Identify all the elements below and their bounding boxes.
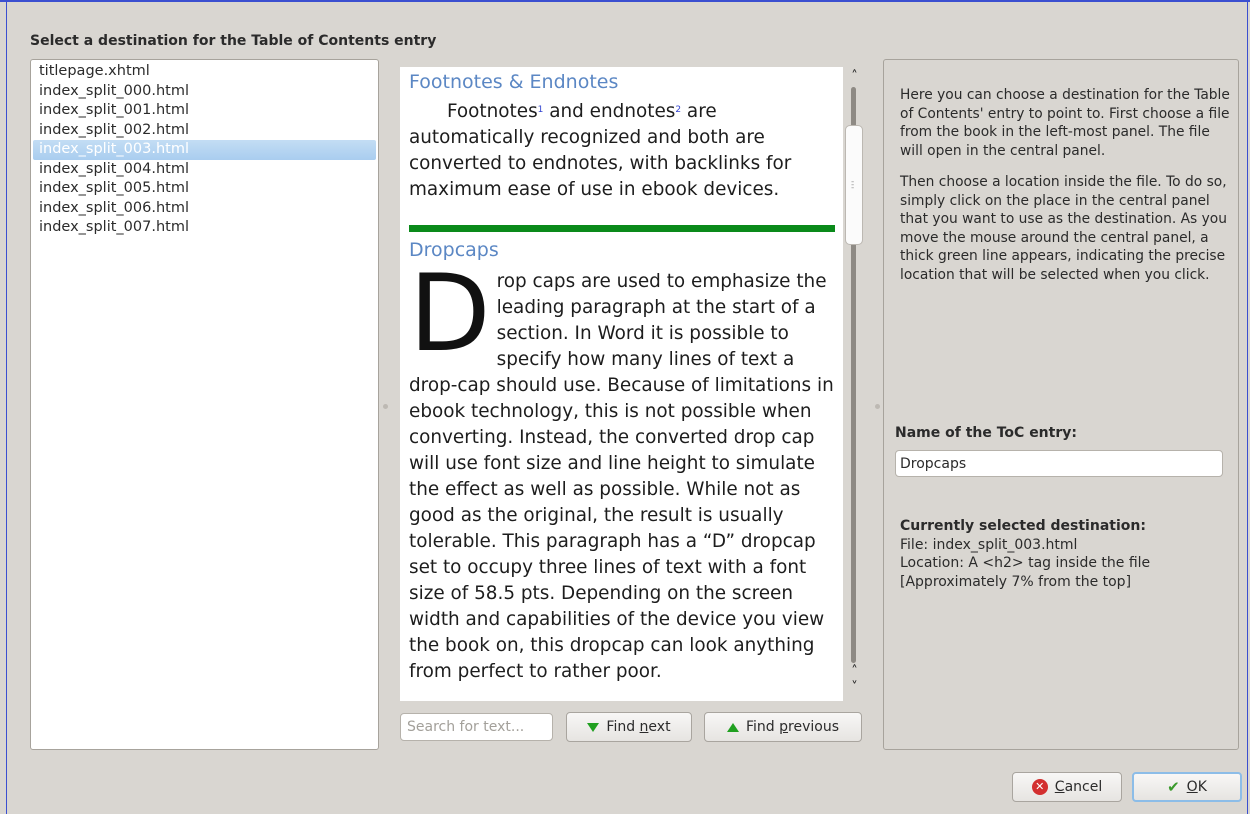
destination-location: Location: A <h2> tag inside the file xyxy=(900,555,1151,571)
cancel-icon: ✕ xyxy=(1031,779,1048,795)
checkmark-icon: ✔ xyxy=(1167,778,1180,796)
paragraph-dropcaps[interactable]: Drop caps are used to emphasize the lead… xyxy=(409,252,835,685)
help-paragraph-1: Here you can choose a destination for th… xyxy=(900,87,1230,159)
find-next-button[interactable]: Find next xyxy=(566,712,692,742)
destination-title: Currently selected destination: xyxy=(900,518,1146,534)
file-list-item[interactable]: index_split_000.html xyxy=(33,82,376,102)
scroll-up-arrow-icon[interactable]: ˄ xyxy=(843,70,866,84)
file-list-item[interactable]: titlepage.xhtml xyxy=(33,62,376,82)
toc-name-input[interactable] xyxy=(895,450,1223,477)
cancel-button[interactable]: ✕ Cancel xyxy=(1012,772,1122,802)
toc-name-label: Name of the ToC entry: xyxy=(895,425,1077,441)
destination-marker-line xyxy=(409,225,835,232)
window-frame-left xyxy=(6,2,7,814)
grip-icon: ‑ ‑ ‑ xyxy=(851,177,855,193)
find-previous-label: Find previous xyxy=(746,719,839,735)
file-list-item[interactable]: index_split_006.html xyxy=(33,199,376,219)
heading-dropcaps[interactable]: Dropcaps xyxy=(409,237,835,263)
ok-button[interactable]: ✔ OK xyxy=(1132,772,1242,802)
dropcap-letter: D xyxy=(409,252,491,375)
preview-panel[interactable]: Footnotes & Endnotes Footnotes1 and endn… xyxy=(400,67,843,701)
search-input[interactable] xyxy=(400,713,553,741)
find-next-label: Find next xyxy=(606,719,671,735)
file-list-item[interactable]: index_split_004.html xyxy=(33,160,376,180)
file-list[interactable]: titlepage.xhtml index_split_000.html index… xyxy=(30,59,379,750)
cancel-label: Cancel xyxy=(1054,779,1103,795)
arrow-up-icon xyxy=(727,722,739,732)
preview-scrollbar[interactable]: ˄ ‑ ‑ ‑ ˄ ˅ xyxy=(843,67,866,701)
footnote-ref-1[interactable]: 1 xyxy=(538,105,544,115)
window-frame-right xyxy=(1247,2,1248,814)
file-list-item[interactable]: index_split_001.html xyxy=(33,101,376,121)
scroll-thumb[interactable]: ‑ ‑ ‑ xyxy=(845,125,863,245)
heading-footnotes[interactable]: Footnotes & Endnotes xyxy=(409,69,835,95)
splitter-handle-left[interactable] xyxy=(383,404,388,409)
scroll-down-arrow-icon[interactable]: ˅ xyxy=(843,681,866,695)
file-list-item[interactable]: index_split_003.html xyxy=(33,140,376,160)
help-text: Here you can choose a destination for th… xyxy=(900,86,1236,297)
help-paragraph-2: Then choose a location inside the file. … xyxy=(900,174,1227,283)
destination-file: File: index_split_003.html xyxy=(900,536,1078,553)
destination-approx: [Approximately 7% from the top] xyxy=(900,573,1132,590)
ok-label: OK xyxy=(1186,779,1207,795)
file-list-item[interactable]: index_split_002.html xyxy=(33,121,376,141)
arrow-down-icon xyxy=(587,722,600,732)
paragraph-footnotes[interactable]: Footnotes1 and endnotes2 are automatical… xyxy=(409,99,835,203)
file-list-item[interactable]: index_split_007.html xyxy=(33,218,376,238)
file-list-item[interactable]: index_split_005.html xyxy=(33,179,376,199)
current-destination: Currently selected destination: File: in… xyxy=(900,517,1236,591)
and-endnotes-text: and endnotes xyxy=(543,101,676,122)
dialog-heading: Select a destination for the Table of Co… xyxy=(30,33,437,49)
find-previous-button[interactable]: Find previous xyxy=(704,712,862,742)
footnote-ref-2[interactable]: 2 xyxy=(675,105,681,115)
footnotes-word: Footnotes xyxy=(447,101,538,122)
window-frame-top xyxy=(0,0,1250,2)
scroll-up-arrow-bottom-icon[interactable]: ˄ xyxy=(843,665,866,679)
splitter-handle-right[interactable] xyxy=(875,404,880,409)
